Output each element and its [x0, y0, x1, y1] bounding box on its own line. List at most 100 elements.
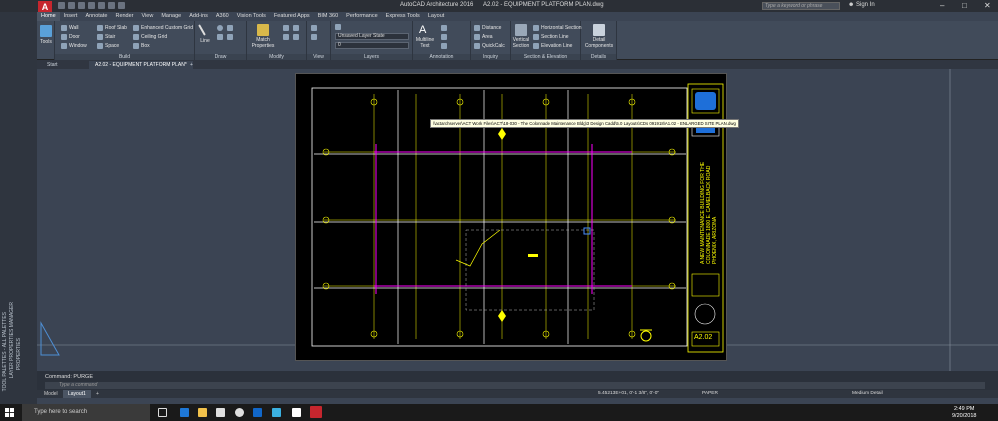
tab-express-tools[interactable]: Express Tools	[382, 12, 424, 21]
polyline-button[interactable]	[227, 34, 233, 40]
detail-level-dropdown[interactable]: Medium Detail	[852, 391, 883, 396]
roof-slab-button[interactable]: Roof Slab	[97, 25, 127, 31]
close-button[interactable]: ✕	[984, 1, 991, 10]
redo-icon[interactable]	[118, 2, 125, 9]
app-icon[interactable]	[272, 408, 281, 417]
maximize-button[interactable]: □	[962, 1, 967, 10]
search-input[interactable]: Type a keyword or phrase	[762, 2, 840, 10]
open-icon[interactable]	[68, 2, 75, 9]
detail-components-icon[interactable]	[593, 24, 605, 36]
tab-annotate[interactable]: Annotate	[81, 12, 111, 21]
outlook-icon[interactable]	[253, 408, 262, 417]
tab-performance[interactable]: Performance	[342, 12, 382, 21]
door-button[interactable]: Door	[61, 34, 80, 40]
area-button[interactable]: Area	[474, 34, 493, 40]
door-icon	[61, 34, 67, 40]
new-tab-button[interactable]: +	[187, 61, 196, 69]
taskbar-search-input[interactable]: Type here to search	[22, 404, 150, 421]
circle-button[interactable]	[217, 25, 223, 31]
multiline-text-icon[interactable]: A	[419, 24, 431, 36]
app-icon-2[interactable]	[292, 408, 301, 417]
layer-state-dropdown[interactable]: Unsaved Layer State	[335, 33, 409, 40]
coordinate-display[interactable]: 5.45213E+01, 0'-1 3/8", 0'-0"	[598, 391, 659, 396]
ceiling-grid-icon	[133, 34, 139, 40]
tab-manage[interactable]: Manage	[157, 12, 185, 21]
properties-tab[interactable]: PROPERTIES	[16, 338, 22, 370]
tab-model[interactable]: Model	[39, 390, 63, 398]
current-layer-dropdown[interactable]: 0	[335, 42, 409, 49]
tab-add-ins[interactable]: Add-ins	[185, 12, 212, 21]
stair-label: Stair	[105, 34, 116, 40]
window-icon	[61, 43, 67, 49]
space-button[interactable]: Space	[97, 43, 119, 49]
arc-button[interactable]	[227, 25, 233, 31]
plot-icon[interactable]	[98, 2, 105, 9]
task-view-icon[interactable]	[158, 408, 167, 417]
command-input[interactable]: Type a command	[45, 382, 985, 389]
undo-icon[interactable]	[108, 2, 115, 9]
store-icon[interactable]	[216, 408, 225, 417]
tab-vision-tools[interactable]: Vision Tools	[233, 12, 270, 21]
windows-start-icon[interactable]	[5, 408, 14, 417]
copy-button[interactable]	[293, 25, 299, 31]
elevation-line-button[interactable]: Elevation Line	[533, 43, 572, 49]
leader-button[interactable]	[441, 34, 447, 40]
tab-view[interactable]: View	[138, 12, 158, 21]
horizontal-section-button[interactable]: Horizontal Section	[533, 25, 582, 31]
distance-button[interactable]: Distance	[474, 25, 501, 31]
system-clock[interactable]: 2:49 PM 9/20/2018	[952, 406, 976, 420]
sign-in-button[interactable]: ☻ Sign In	[848, 2, 875, 8]
match-properties-icon[interactable]	[257, 24, 269, 36]
table-button[interactable]	[441, 43, 447, 49]
tool-palettes-tab[interactable]: TOOL PALETTES - ALL PALETTES	[2, 312, 8, 391]
tab-home[interactable]: Home	[37, 12, 60, 21]
palette-strip: TOOL PALETTES - ALL PALETTES LAYER PROPE…	[0, 12, 37, 404]
autocad-taskbar-icon[interactable]	[310, 406, 322, 418]
tab-current-drawing[interactable]: A2.02 - EQUIPMENT PLATFORM PLAN*	[89, 61, 193, 69]
layer-properties-button[interactable]	[335, 24, 341, 30]
file-explorer-icon[interactable]	[198, 408, 207, 417]
space-icon	[97, 43, 103, 49]
rectangle-button[interactable]	[217, 34, 223, 40]
minimize-button[interactable]: –	[940, 1, 944, 10]
wall-button[interactable]: Wall	[61, 25, 79, 31]
tools-icon[interactable]	[40, 25, 52, 37]
ceiling-grid-button[interactable]: Ceiling Grid	[133, 34, 167, 40]
trim-button[interactable]	[293, 34, 299, 40]
zoom-button[interactable]	[311, 25, 317, 31]
section-line-button[interactable]: Section Line	[533, 34, 569, 40]
add-layout-button[interactable]: +	[91, 390, 104, 398]
tab-layout1[interactable]: Layout1	[63, 390, 91, 398]
move-button[interactable]	[283, 25, 289, 31]
enhanced-custom-grid-button[interactable]: Enhanced Custom Grid	[133, 25, 193, 31]
dimension-button[interactable]	[441, 25, 447, 31]
tab-bim-360[interactable]: BIM 360	[314, 12, 342, 21]
tab-render[interactable]: Render	[111, 12, 137, 21]
vertical-section-icon[interactable]	[515, 24, 527, 36]
quickcalc-button[interactable]: QuickCalc	[474, 43, 505, 49]
tab-layout[interactable]: Layout	[424, 12, 449, 21]
space-toggle[interactable]: PAPER	[702, 391, 718, 396]
box-button[interactable]: Box	[133, 43, 150, 49]
wall-label: Wall	[69, 25, 79, 31]
drawing-canvas[interactable]: A NEW MAINTENANCE BUILDING FOR THE COLON…	[37, 69, 998, 371]
new-icon[interactable]	[58, 2, 65, 9]
layer-properties-tab[interactable]: LAYER PROPERTIES MANAGER	[9, 302, 15, 378]
rotate-button[interactable]	[283, 34, 289, 40]
save-icon[interactable]	[78, 2, 85, 9]
panel-details: Detail Components Details	[581, 21, 617, 60]
window-tool-button[interactable]: Window	[61, 43, 87, 49]
chrome-icon[interactable]	[235, 408, 244, 417]
tab-a360[interactable]: A360	[212, 12, 233, 21]
save-as-icon[interactable]	[88, 2, 95, 9]
pan-button[interactable]	[311, 34, 317, 40]
edge-icon[interactable]	[180, 408, 189, 417]
panel-section-elevation: Vertical Section Horizontal Section Sect…	[511, 21, 582, 60]
stair-button[interactable]: Stair	[97, 34, 115, 40]
line-icon[interactable]	[198, 24, 206, 36]
tab-insert[interactable]: Insert	[60, 12, 82, 21]
north-arrow-icon	[640, 330, 652, 342]
panel-draw: Line Draw	[195, 21, 247, 60]
tab-start[interactable]: Start	[41, 61, 64, 69]
tab-featured-apps[interactable]: Featured Apps	[270, 12, 314, 21]
